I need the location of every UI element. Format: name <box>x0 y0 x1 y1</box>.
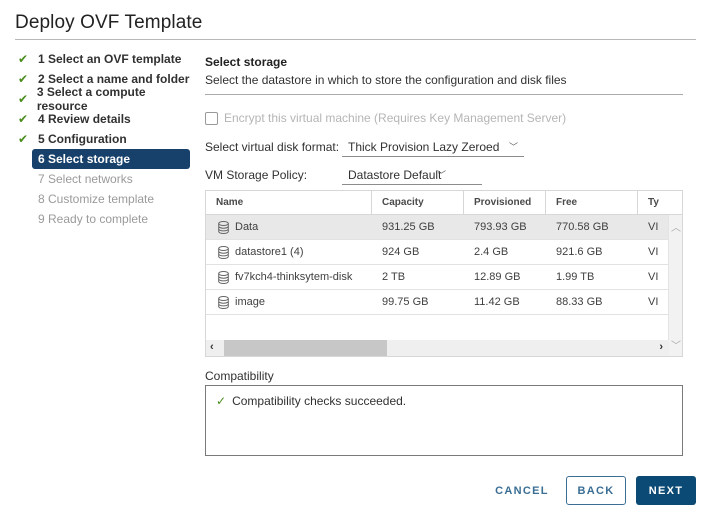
step-label: 9 Ready to complete <box>38 212 149 226</box>
title-divider <box>15 39 696 40</box>
datastore-icon <box>218 220 229 234</box>
check-icon: ✔ <box>18 132 29 146</box>
step-label: 6 Select storage <box>38 152 131 166</box>
table-row[interactable]: Data 931.25 GB 793.93 GB 770.58 GB VI <box>206 215 682 240</box>
step-label: 5 Configuration <box>38 132 127 146</box>
cancel-button[interactable]: CANCEL <box>488 476 556 505</box>
column-header-name[interactable]: Name <box>206 191 372 214</box>
type-cell: VI <box>648 221 659 233</box>
datastore-grid: Name Capacity Provisioned Free Ty Data 9… <box>205 190 683 357</box>
provisioned-cell: 793.93 GB <box>474 221 527 233</box>
check-icon: ✔ <box>18 112 29 126</box>
grid-header: Name Capacity Provisioned Free Ty <box>206 191 682 215</box>
step-label: 4 Review details <box>38 112 131 126</box>
step-9: 9 Ready to complete <box>18 209 190 229</box>
free-cell: 770.58 GB <box>556 221 609 233</box>
type-cell: VI <box>648 246 659 258</box>
table-row[interactable]: image 99.75 GB 11.42 GB 88.33 GB VI <box>206 290 682 315</box>
datastore-icon <box>218 245 229 259</box>
storage-policy-label: VM Storage Policy: <box>205 168 308 182</box>
capacity-cell: 99.75 GB <box>382 296 429 308</box>
step-4[interactable]: ✔ 4 Review details <box>18 109 190 129</box>
provisioned-cell: 2.4 GB <box>474 246 509 258</box>
type-cell: VI <box>648 296 659 308</box>
step-label: 1 Select an OVF template <box>38 52 182 66</box>
step-3[interactable]: ✔ 3 Select a compute resource <box>18 85 190 113</box>
check-icon: ✔ <box>18 72 29 86</box>
step-label: 8 Customize template <box>38 192 155 206</box>
chevron-down-icon: ﹀ <box>508 142 518 152</box>
disk-format-value: Thick Provision Lazy Zeroed <box>348 139 500 154</box>
back-button[interactable]: BACK <box>566 476 626 505</box>
step-8: 8 Customize template <box>18 189 190 209</box>
datastore-name: fv7kch4-thinksytem-disk <box>235 271 353 283</box>
step-5[interactable]: ✔ 5 Configuration <box>18 129 190 149</box>
compatibility-box: ✓ Compatibility checks succeeded. <box>205 385 683 456</box>
chevron-down-icon: ﹀ <box>436 170 446 180</box>
section-header: Select storage Select the datastore in w… <box>205 49 683 95</box>
free-cell: 921.6 GB <box>556 246 603 258</box>
datastore-name: Data <box>235 221 259 233</box>
check-icon: ✓ <box>216 394 227 408</box>
scroll-down-icon[interactable]: ﹀ <box>671 337 681 352</box>
vertical-scrollbar[interactable]: ︿ ﹀ <box>668 215 682 356</box>
column-header-provisioned[interactable]: Provisioned <box>464 191 546 214</box>
table-row[interactable]: datastore1 (4) 924 GB 2.4 GB 921.6 GB VI <box>206 240 682 265</box>
capacity-cell: 924 GB <box>382 246 420 258</box>
encrypt-option: Encrypt this virtual machine (Requires K… <box>205 111 566 125</box>
compatibility-message: Compatibility checks succeeded. <box>232 394 407 408</box>
encrypt-label: Encrypt this virtual machine (Requires K… <box>224 111 567 125</box>
capacity-cell: 931.25 GB <box>382 221 435 233</box>
datastore-name: image <box>235 296 265 308</box>
step-1[interactable]: ✔ 1 Select an OVF template <box>18 49 190 69</box>
step-label: 2 Select a name and folder <box>38 72 190 86</box>
scroll-left-icon[interactable]: ‹ <box>210 341 214 353</box>
column-header-free[interactable]: Free <box>546 191 638 214</box>
free-cell: 1.99 TB <box>556 271 595 283</box>
column-header-capacity[interactable]: Capacity <box>372 191 464 214</box>
step-6-active[interactable]: 6 Select storage <box>32 149 190 169</box>
scroll-up-icon[interactable]: ︿ <box>671 219 681 234</box>
type-cell: VI <box>648 271 659 283</box>
storage-policy-value: Datastore Default <box>348 167 442 182</box>
horizontal-scroll-thumb[interactable] <box>224 340 387 356</box>
step-label: 7 Select networks <box>38 172 133 186</box>
disk-format-label: Select virtual disk format: <box>205 140 340 154</box>
check-icon: ✔ <box>18 92 29 106</box>
step-7: 7 Select networks <box>18 169 190 189</box>
encrypt-checkbox[interactable] <box>205 111 218 125</box>
compatibility-label: Compatibility <box>205 369 274 383</box>
section-title: Select storage <box>205 55 288 69</box>
section-description: Select the datastore in which to store t… <box>205 73 567 87</box>
column-header-type[interactable]: Ty <box>638 191 666 214</box>
next-button[interactable]: NEXT <box>636 476 696 505</box>
grid-body: Data 931.25 GB 793.93 GB 770.58 GB VI da… <box>206 215 682 315</box>
check-icon: ✔ <box>18 52 29 66</box>
storage-policy-select[interactable]: Datastore Default ﹀ <box>342 165 482 185</box>
storage-policy-row: VM Storage Policy: Datastore Default ﹀ <box>205 165 482 185</box>
scroll-right-icon[interactable]: › <box>659 341 663 353</box>
capacity-cell: 2 TB <box>382 271 406 283</box>
datastore-icon <box>218 295 229 309</box>
horizontal-scrollbar[interactable]: ‹ › <box>206 340 669 356</box>
table-row[interactable]: fv7kch4-thinksytem-disk 2 TB 12.89 GB 1.… <box>206 265 682 290</box>
disk-format-select[interactable]: Thick Provision Lazy Zeroed ﹀ <box>342 137 524 157</box>
provisioned-cell: 11.42 GB <box>474 296 520 308</box>
datastore-name: datastore1 (4) <box>235 246 304 258</box>
dialog-title: Deploy OVF Template <box>15 12 203 33</box>
provisioned-cell: 12.89 GB <box>474 271 521 283</box>
wizard-steps: ✔ 1 Select an OVF template ✔ 2 Select a na… <box>18 49 190 229</box>
section-divider <box>205 94 683 95</box>
free-cell: 88.33 GB <box>556 296 603 308</box>
datastore-icon <box>218 270 229 284</box>
disk-format-row: Select virtual disk format: Thick Provis… <box>205 137 524 157</box>
